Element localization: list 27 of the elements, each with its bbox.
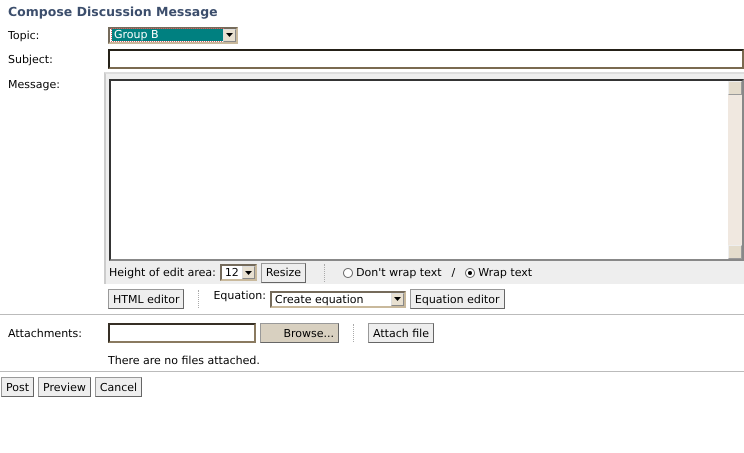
equation-editor-button[interactable]: Equation editor bbox=[410, 289, 504, 309]
equation-dropdown[interactable]: Create equation bbox=[270, 290, 406, 308]
equation-label: Equation: bbox=[213, 289, 266, 302]
attachments-label: Attachments: bbox=[8, 326, 83, 340]
form-button[interactable]: Cancel bbox=[94, 377, 142, 397]
radio-button[interactable] bbox=[465, 268, 476, 278]
separator-slash: / bbox=[452, 266, 456, 280]
height-label: Height of edit area: bbox=[109, 266, 216, 280]
subject-field[interactable] bbox=[108, 49, 744, 69]
height-dropdown[interactable]: 12 bbox=[220, 264, 257, 282]
subject-label: Subject: bbox=[8, 52, 54, 66]
file-field[interactable] bbox=[108, 323, 256, 343]
resize-button[interactable]: Resize bbox=[260, 262, 306, 283]
radio-button[interactable] bbox=[343, 268, 354, 278]
radio-label[interactable]: Wrap text bbox=[478, 266, 532, 280]
attach-file-button[interactable]: Attach file bbox=[368, 323, 434, 343]
topic-dropdown[interactable]: Group B bbox=[108, 26, 238, 44]
page-title: Compose Discussion Message bbox=[8, 4, 219, 21]
attachments-note: There are no files attached. bbox=[108, 354, 260, 366]
radio-label[interactable]: Don't wrap text bbox=[356, 266, 442, 280]
html-editor-button[interactable]: HTML editor bbox=[108, 289, 184, 309]
message-label: Message: bbox=[8, 77, 61, 91]
form-button[interactable]: Post bbox=[1, 377, 34, 397]
form-button[interactable]: Preview bbox=[38, 377, 91, 397]
scrollbar[interactable] bbox=[728, 81, 742, 260]
topic-label: Topic: bbox=[8, 28, 40, 42]
browse-button[interactable]: Browse... bbox=[260, 323, 339, 343]
